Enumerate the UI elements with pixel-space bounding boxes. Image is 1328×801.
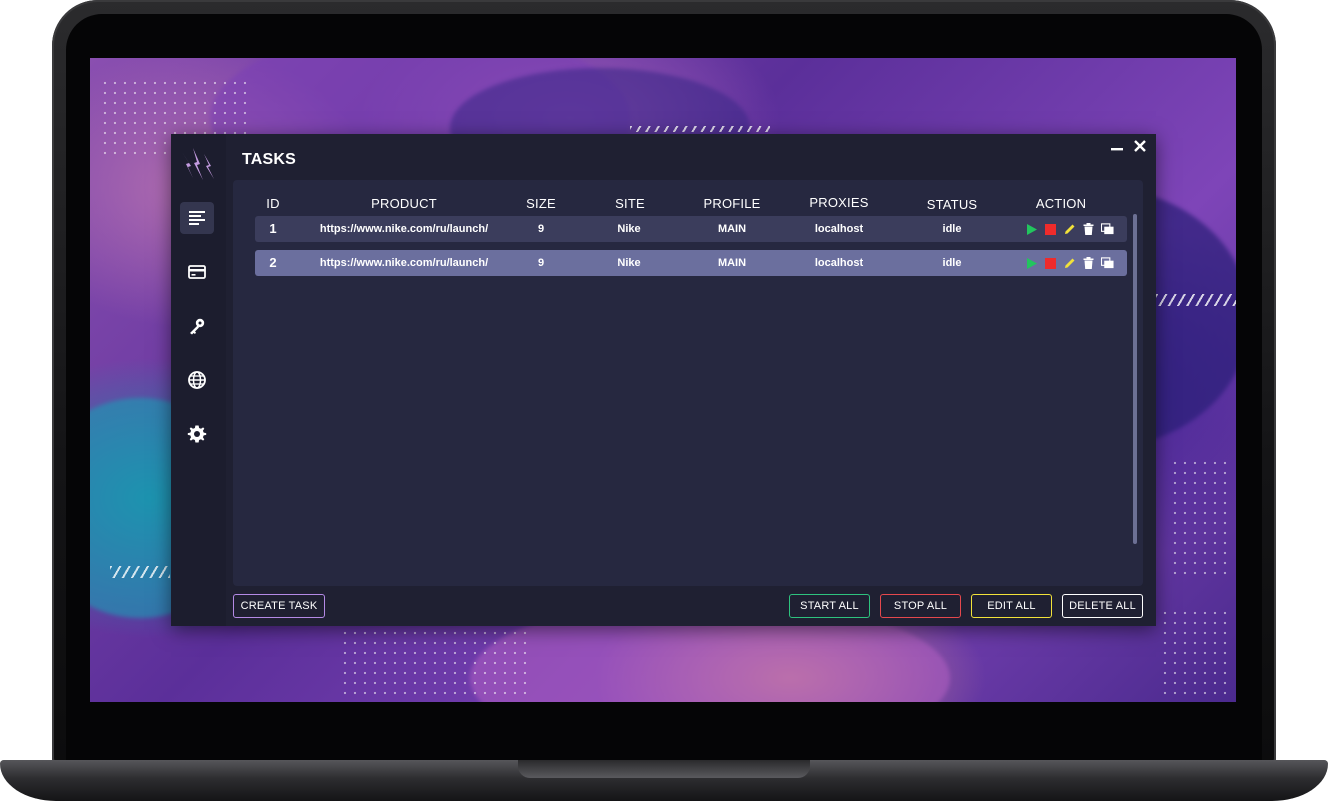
sidebar-item-settings[interactable] — [180, 418, 214, 450]
start-task-button[interactable] — [1025, 223, 1038, 236]
stop-icon — [1045, 223, 1056, 235]
credit-card-icon — [188, 265, 206, 279]
column-header-status: STATUS — [926, 197, 978, 212]
start-task-button[interactable] — [1025, 257, 1038, 270]
cell-status: idle — [942, 257, 962, 269]
cell-product: https://www.nike.com/ru/launch/ — [319, 223, 489, 235]
edit-task-button[interactable] — [1063, 257, 1076, 270]
edit-icon — [1064, 258, 1074, 268]
column-header-product: PRODUCT — [371, 196, 437, 211]
stop-task-button[interactable] — [1044, 223, 1057, 236]
table-row[interactable]: 2 https://www.nike.com/ru/launch/ 9 Nike… — [255, 250, 1127, 276]
key-icon — [190, 318, 205, 335]
page-title: TASKS — [242, 151, 297, 168]
stop-all-button[interactable]: STOP ALL — [880, 594, 961, 618]
column-header-id: ID — [266, 196, 280, 211]
table-header: ID PRODUCT SIZE SITE PROFILE PROXIES STA… — [233, 195, 1143, 216]
column-header-profile: PROFILE — [703, 196, 761, 211]
minimize-button[interactable] — [1110, 138, 1124, 156]
sidebar-item-billing[interactable] — [180, 256, 214, 288]
table-scrollbar[interactable] — [1133, 214, 1137, 544]
create-task-button[interactable]: CREATE TASK — [233, 594, 325, 618]
delete-task-button[interactable] — [1082, 223, 1095, 236]
cell-proxies: localhost — [814, 257, 864, 269]
row-actions — [1025, 222, 1114, 236]
stop-task-button[interactable] — [1044, 257, 1057, 270]
row-actions — [1025, 256, 1114, 270]
sidebar — [171, 134, 226, 626]
cell-proxies: localhost — [814, 223, 864, 235]
column-header-proxies: PROXIES — [809, 195, 869, 210]
app-logo — [182, 148, 214, 180]
close-button[interactable] — [1133, 138, 1147, 156]
minimize-icon — [1111, 148, 1123, 151]
gear-icon — [187, 425, 207, 443]
trash-icon — [1083, 257, 1094, 269]
edit-task-button[interactable] — [1063, 223, 1076, 236]
cell-profile: MAIN — [717, 257, 747, 269]
trash-icon — [1083, 223, 1094, 235]
start-all-button[interactable]: START ALL — [789, 594, 870, 618]
cell-id: 1 — [269, 221, 277, 236]
copy-task-button[interactable] — [1101, 257, 1114, 270]
play-icon — [1027, 257, 1037, 269]
copy-task-button[interactable] — [1101, 223, 1114, 236]
laptop-notch — [518, 760, 810, 778]
sidebar-item-proxies[interactable] — [180, 364, 214, 396]
column-header-size: SIZE — [526, 196, 556, 211]
cell-id: 2 — [269, 255, 277, 270]
cell-size: 9 — [537, 223, 545, 235]
edit-icon — [1064, 224, 1074, 234]
sidebar-item-key[interactable] — [180, 310, 214, 342]
delete-task-button[interactable] — [1082, 257, 1095, 270]
table-row[interactable]: 1 https://www.nike.com/ru/launch/ 9 Nike… — [255, 216, 1127, 242]
column-header-site: SITE — [615, 196, 645, 211]
cell-product: https://www.nike.com/ru/launch/ — [319, 257, 489, 269]
cell-site: Nike — [617, 223, 641, 235]
list-icon — [189, 211, 205, 225]
copy-icon — [1101, 257, 1114, 269]
play-icon — [1027, 223, 1037, 235]
delete-all-button[interactable]: DELETE ALL — [1062, 594, 1143, 618]
cell-profile: MAIN — [717, 223, 747, 235]
cell-status: idle — [942, 223, 962, 235]
app-window: TASKS ID PRODUCT SIZE SITE PROFILE PROXI… — [171, 134, 1156, 626]
close-icon — [1134, 140, 1146, 152]
stop-icon — [1045, 257, 1056, 269]
edit-all-button[interactable]: EDIT ALL — [971, 594, 1052, 618]
copy-icon — [1101, 223, 1114, 235]
cell-size: 9 — [537, 257, 545, 269]
column-header-action: ACTION — [1035, 196, 1087, 211]
tasks-table: ID PRODUCT SIZE SITE PROFILE PROXIES STA… — [233, 180, 1143, 586]
globe-icon — [188, 371, 206, 389]
sidebar-item-tasks[interactable] — [180, 202, 214, 234]
cell-site: Nike — [617, 257, 641, 269]
